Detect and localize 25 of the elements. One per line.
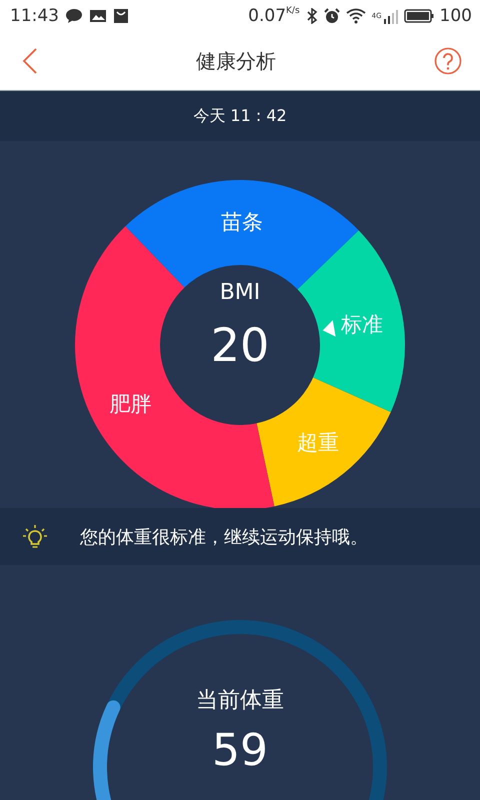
tip-text: 您的体重很标准，继续运动保持哦。 <box>80 526 368 548</box>
segment-label: 苗条 <box>221 210 264 234</box>
segment-label: 标准 <box>341 312 384 336</box>
weight-label: 当前体重 <box>196 687 284 715</box>
back-icon[interactable] <box>22 47 38 75</box>
clock: 11:43 <box>10 6 59 26</box>
signal-icon <box>384 8 398 24</box>
date-time: 今天 11 : 42 <box>193 106 287 126</box>
segment-label: 肥胖 <box>110 392 152 416</box>
bmi-label: BMI <box>220 280 260 305</box>
lightbulb-icon <box>22 524 48 550</box>
bag-icon <box>113 8 129 24</box>
battery-level: 100 <box>440 6 472 26</box>
weight-value: 59 <box>212 725 268 776</box>
pointer-icon <box>322 320 336 337</box>
bluetooth-icon <box>306 8 318 24</box>
help-icon[interactable] <box>434 47 462 75</box>
battery-icon <box>404 8 434 24</box>
image-icon <box>89 8 107 24</box>
wifi-icon <box>346 8 366 24</box>
alarm-icon <box>324 8 340 24</box>
segment-label: 超重 <box>297 430 340 454</box>
bmi-value: 20 <box>210 318 270 372</box>
page-title: 健康分析 <box>196 48 276 74</box>
chat-icon <box>65 8 83 24</box>
